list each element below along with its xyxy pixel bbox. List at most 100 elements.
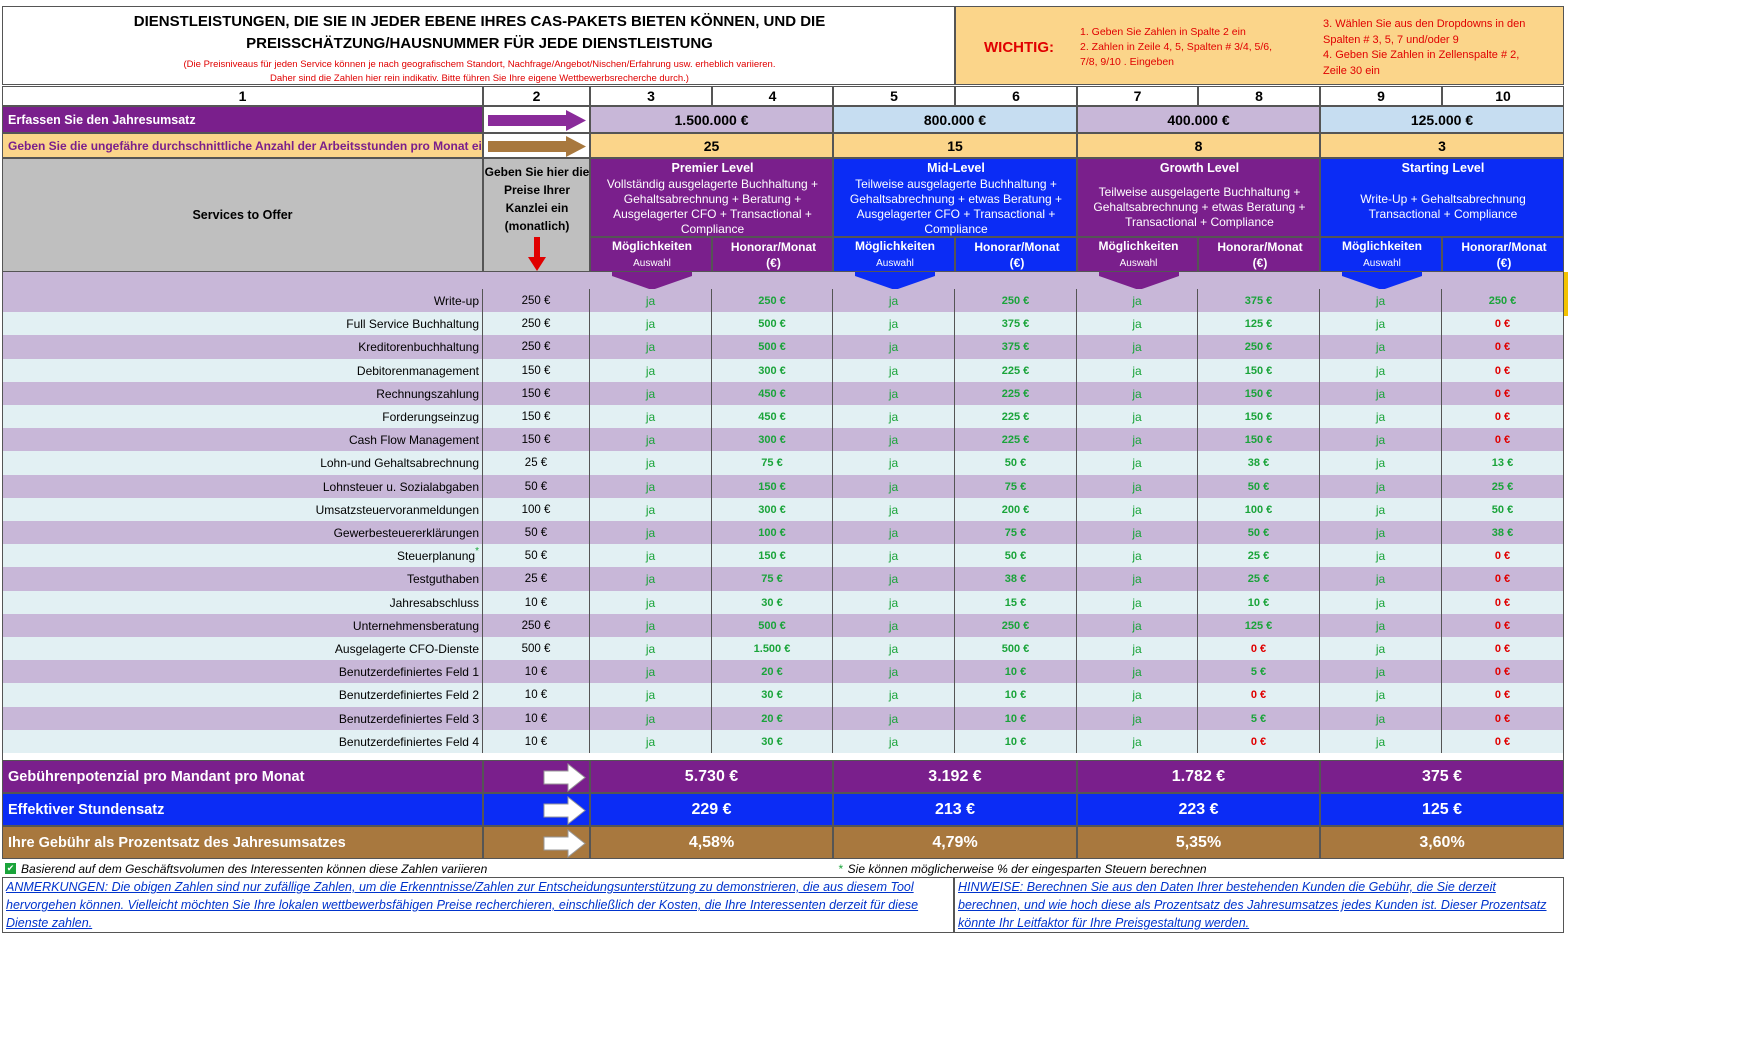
total-value: 4,79% [833,826,1077,859]
fee-header-starting: Honorar/Monat (€) [1442,237,1564,272]
hours-value-2[interactable]: 15 [833,133,1077,158]
footnote-right-text: Sie können möglicherweise % der eingespa… [847,861,1207,876]
selection-label: Auswahl [876,258,914,269]
level-header-growth: Growth Level Teilweise ausgelagerte Buchh… [1077,158,1320,237]
column-number-6: 6 [955,86,1077,106]
hours-value-1[interactable]: 25 [590,133,833,158]
total-value: 4,58% [590,826,833,859]
total-value: 5,35% [1077,826,1320,859]
fee-header-mid: Honorar/Monat (€) [955,237,1077,272]
revenue-value-3[interactable]: 400.000 € [1077,106,1320,133]
column-number-2: 2 [483,86,590,106]
fee-header-label: Honorar/Monat [974,240,1060,254]
total-value: 1.782 € [1077,760,1320,793]
checkbox-icon: ✔ [5,863,16,874]
total-arrow-cell [483,760,590,793]
arrow-right-icon [543,762,586,792]
fee-header-growth: Honorar/Monat (€) [1198,237,1320,272]
total-value: 3.192 € [833,760,1077,793]
hours-value-4[interactable]: 3 [1320,133,1564,158]
total-value: 125 € [1320,793,1564,826]
important-steps-left: 1. Geben Sie Zahlen in Spalte 2 ein 2. Z… [1080,26,1273,68]
revenue-value-2[interactable]: 800.000 € [833,106,1077,133]
selection-label: Auswahl [1363,258,1401,269]
level-title: Starting Level [1401,161,1485,175]
arrow-down-icon [528,237,546,271]
arrow-right-icon [543,828,586,858]
title-cell: DIENSTLEISTUNGEN, DIE SIE IN JEDER EBENE… [2,6,955,85]
column-number-8: 8 [1198,86,1320,106]
column-number-1: 1 [2,86,483,106]
column-number-3: 3 [590,86,712,106]
subtitle-line-2: Daher sind die Zahlen hier rein indikati… [270,73,689,84]
fee-header-label: Honorar/Monat [730,240,817,254]
arrow-right-icon [488,136,586,157]
fee-unit-label: (€) [1496,256,1512,270]
total-value: 375 € [1320,760,1564,793]
important-steps-right: 3. Wählen Sie aus den Dropdowns in den S… [1323,18,1526,77]
arrow-cell-hours [483,133,590,158]
level-title: Growth Level [1159,161,1240,175]
options-header-premier: Möglichkeiten Auswahl [590,237,712,272]
options-header-label: Möglichkeiten [1341,239,1422,253]
level-header-premier: Premier Level Vollständig ausgelagerte Bu… [590,158,833,237]
fee-header-label: Honorar/Monat [1217,240,1303,254]
arrow-right-icon [543,795,586,825]
arrow-cell-revenue [483,106,590,133]
options-header-mid: Möglichkeiten Auswahl [833,237,955,272]
revenue-label: Erfassen Sie den Jahresumsatz [2,106,483,133]
total-value: 5.730 € [590,760,833,793]
total-value: 229 € [590,793,833,826]
level-header-mid: Mid-Level Teilweise ausgelagerte Buchhalt… [833,158,1077,237]
hours-label: Geben Sie die ungefähre durchschnittlich… [2,133,483,158]
notes-text: ANMERKUNGEN: Die obigen Zahlen sind nur … [6,880,919,930]
column-number-7: 7 [1077,86,1198,106]
options-header-label: Möglichkeiten [854,239,935,253]
options-header-label: Möglichkeiten [611,239,692,253]
level-title: Mid-Level [927,161,985,175]
fee-unit-label: (€) [1252,256,1268,270]
important-label: WICHTIG: [984,39,1054,56]
total-label: Gebührenpotenzial pro Mandant pro Monat [2,760,483,793]
level-description: Teilweise ausgelagerte Buchhaltung + Geh… [849,177,1063,236]
column-number-5: 5 [833,86,955,106]
fee-unit-label: (€) [766,256,781,270]
body-frame [2,272,1564,762]
selection-label: Auswahl [633,258,671,269]
pricing-worksheet: DIENSTLEISTUNGEN, DIE SIE IN JEDER EBENE… [0,0,1752,1040]
price-column-header-text: Geben Sie hier die Preise Ihrer Kanzlei … [484,165,590,233]
total-label: Effektiver Stundensatz [2,793,483,826]
level-description: Teilweise ausgelagerte Buchhaltung + Geh… [1093,184,1306,229]
services-header: Services to Offer [2,158,483,272]
column-number-10: 10 [1442,86,1564,106]
revenue-value-4[interactable]: 125.000 € [1320,106,1564,133]
total-arrow-cell [483,826,590,859]
footnote-right: * Sie können möglicherweise % der eingesp… [838,860,1558,877]
subtitle-line-1: (Die Preisniveaus für jeden Service könn… [183,59,776,70]
total-value: 3,60% [1320,826,1564,859]
hints-text: HINWEISE: Berechnen Sie aus den Daten Ih… [958,880,1547,930]
total-value: 223 € [1077,793,1320,826]
level-title: Premier Level [671,161,754,175]
level-header-starting: Starting Level Write-Up + Gehaltsabrechnu… [1320,158,1564,237]
fee-header-premier: Honorar/Monat (€) [712,237,833,272]
important-box: WICHTIG: 1. Geben Sie Zahlen in Spalte 2… [955,6,1564,85]
level-description: Vollständig ausgelagerte Buchhaltung + G… [606,177,819,236]
total-value: 213 € [833,793,1077,826]
column-number-4: 4 [712,86,833,106]
fee-unit-label: (€) [1009,256,1025,270]
column-number-9: 9 [1320,86,1442,106]
selection-marker [1564,272,1568,316]
selection-label: Auswahl [1119,258,1158,269]
fee-header-label: Honorar/Monat [1461,240,1547,254]
options-header-growth: Möglichkeiten Auswahl [1077,237,1198,272]
footnote-left-text: Basierend auf dem Geschäftsvolumen des I… [21,861,488,876]
arrow-right-icon [488,110,586,131]
hours-value-3[interactable]: 8 [1077,133,1320,158]
options-header-starting: Möglichkeiten Auswahl [1320,237,1442,272]
price-column-header: Geben Sie hier die Preise Ihrer Kanzlei … [483,158,590,272]
page-title: DIENSTLEISTUNGEN, DIE SIE IN JEDER EBENE… [133,13,826,52]
notes-box: ANMERKUNGEN: Die obigen Zahlen sind nur … [2,877,954,933]
revenue-value-1[interactable]: 1.500.000 € [590,106,833,133]
footnote-marker: * [838,861,843,876]
